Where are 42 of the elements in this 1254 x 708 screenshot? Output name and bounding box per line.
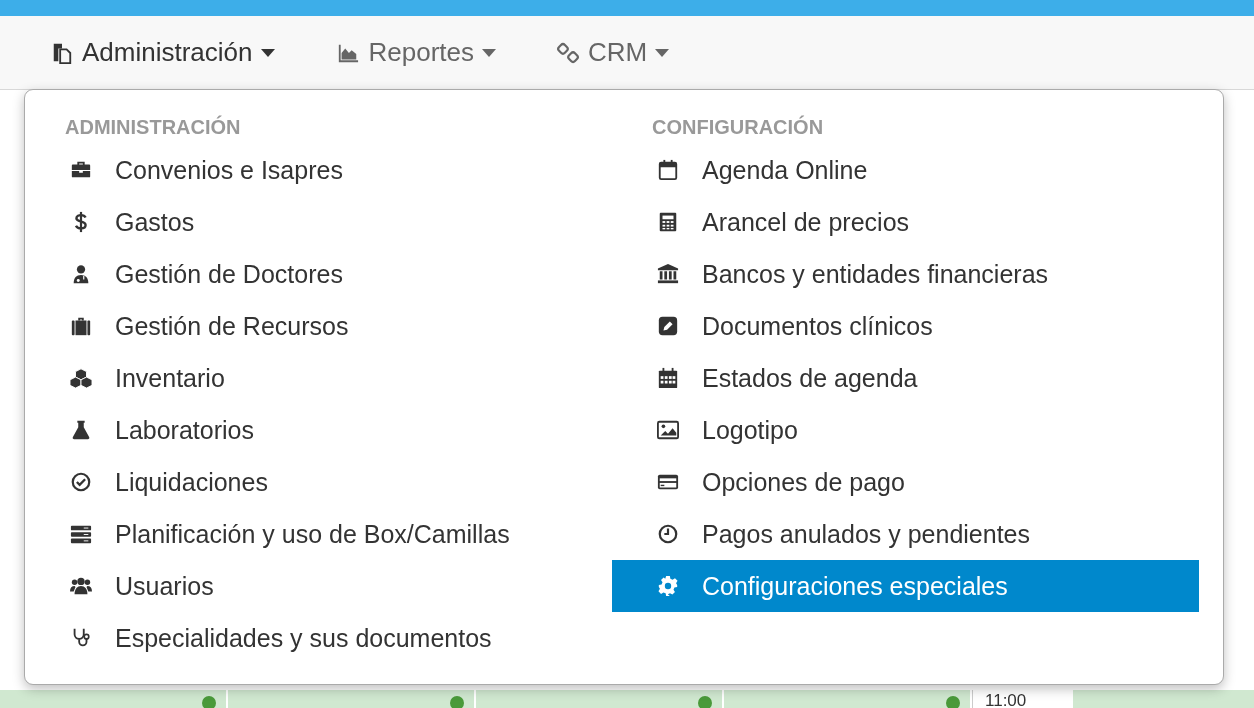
menu-item[interactable]: Usuarios	[25, 560, 612, 612]
calendar-grid-icon	[657, 367, 679, 389]
calculator-icon	[657, 211, 679, 233]
menu-item[interactable]: Logotipo	[612, 404, 1199, 456]
menu-item[interactable]: Opciones de pago	[612, 456, 1199, 508]
caret-icon	[260, 48, 275, 57]
server-icon	[69, 523, 93, 545]
nav-menu-link[interactable]: CRM	[556, 16, 670, 89]
calendar-icon	[657, 159, 679, 181]
menu-item[interactable]: Convenios e Isapres	[25, 144, 612, 196]
menu-item[interactable]: Estados de agenda	[612, 352, 1199, 404]
cubes-icon	[69, 367, 93, 389]
menu-item[interactable]: Agenda Online	[612, 144, 1199, 196]
menu-item[interactable]: Liquidaciones	[25, 456, 612, 508]
check-circle-icon	[70, 471, 92, 493]
menu-item[interactable]: Configuraciones especiales	[612, 560, 1199, 612]
bank-icon	[655, 263, 681, 285]
users-icon	[69, 575, 93, 597]
menu-item[interactable]: Bancos y entidades financieras	[612, 248, 1199, 300]
nav-menu-link[interactable]: Reportes	[334, 16, 496, 89]
image-icon	[656, 419, 680, 441]
caret-icon	[482, 48, 496, 57]
menu-item[interactable]: Inventario	[25, 352, 612, 404]
link-icon	[556, 41, 580, 64]
flask-icon	[70, 419, 92, 441]
edit-icon	[657, 315, 679, 337]
caret-icon	[655, 48, 670, 57]
clock-icon	[657, 523, 679, 545]
menu-item[interactable]: Gestión de Doctores	[25, 248, 612, 300]
section-heading: CONFIGURACIÓN	[652, 114, 825, 140]
menu-item[interactable]: Arancel de precios	[612, 196, 1199, 248]
menu-item[interactable]: Documentos clínicos	[612, 300, 1199, 352]
section-heading: ADMINISTRACIÓN	[65, 114, 242, 140]
menu-item[interactable]: Gastos	[25, 196, 612, 248]
time-label: 11:00	[972, 690, 1073, 708]
gear-icon	[657, 575, 679, 597]
menu-item[interactable]: Planificación y uso de Box/Camillas	[25, 508, 612, 560]
menu-item[interactable]: Pagos anulados y pendientes	[612, 508, 1199, 560]
menu-item[interactable]: Gestión de Recursos	[25, 300, 612, 352]
suitcase-icon	[70, 315, 92, 337]
menu-item[interactable]: Especialidades y sus documentos	[25, 612, 612, 664]
menu-item[interactable]: Laboratorios	[25, 404, 612, 456]
